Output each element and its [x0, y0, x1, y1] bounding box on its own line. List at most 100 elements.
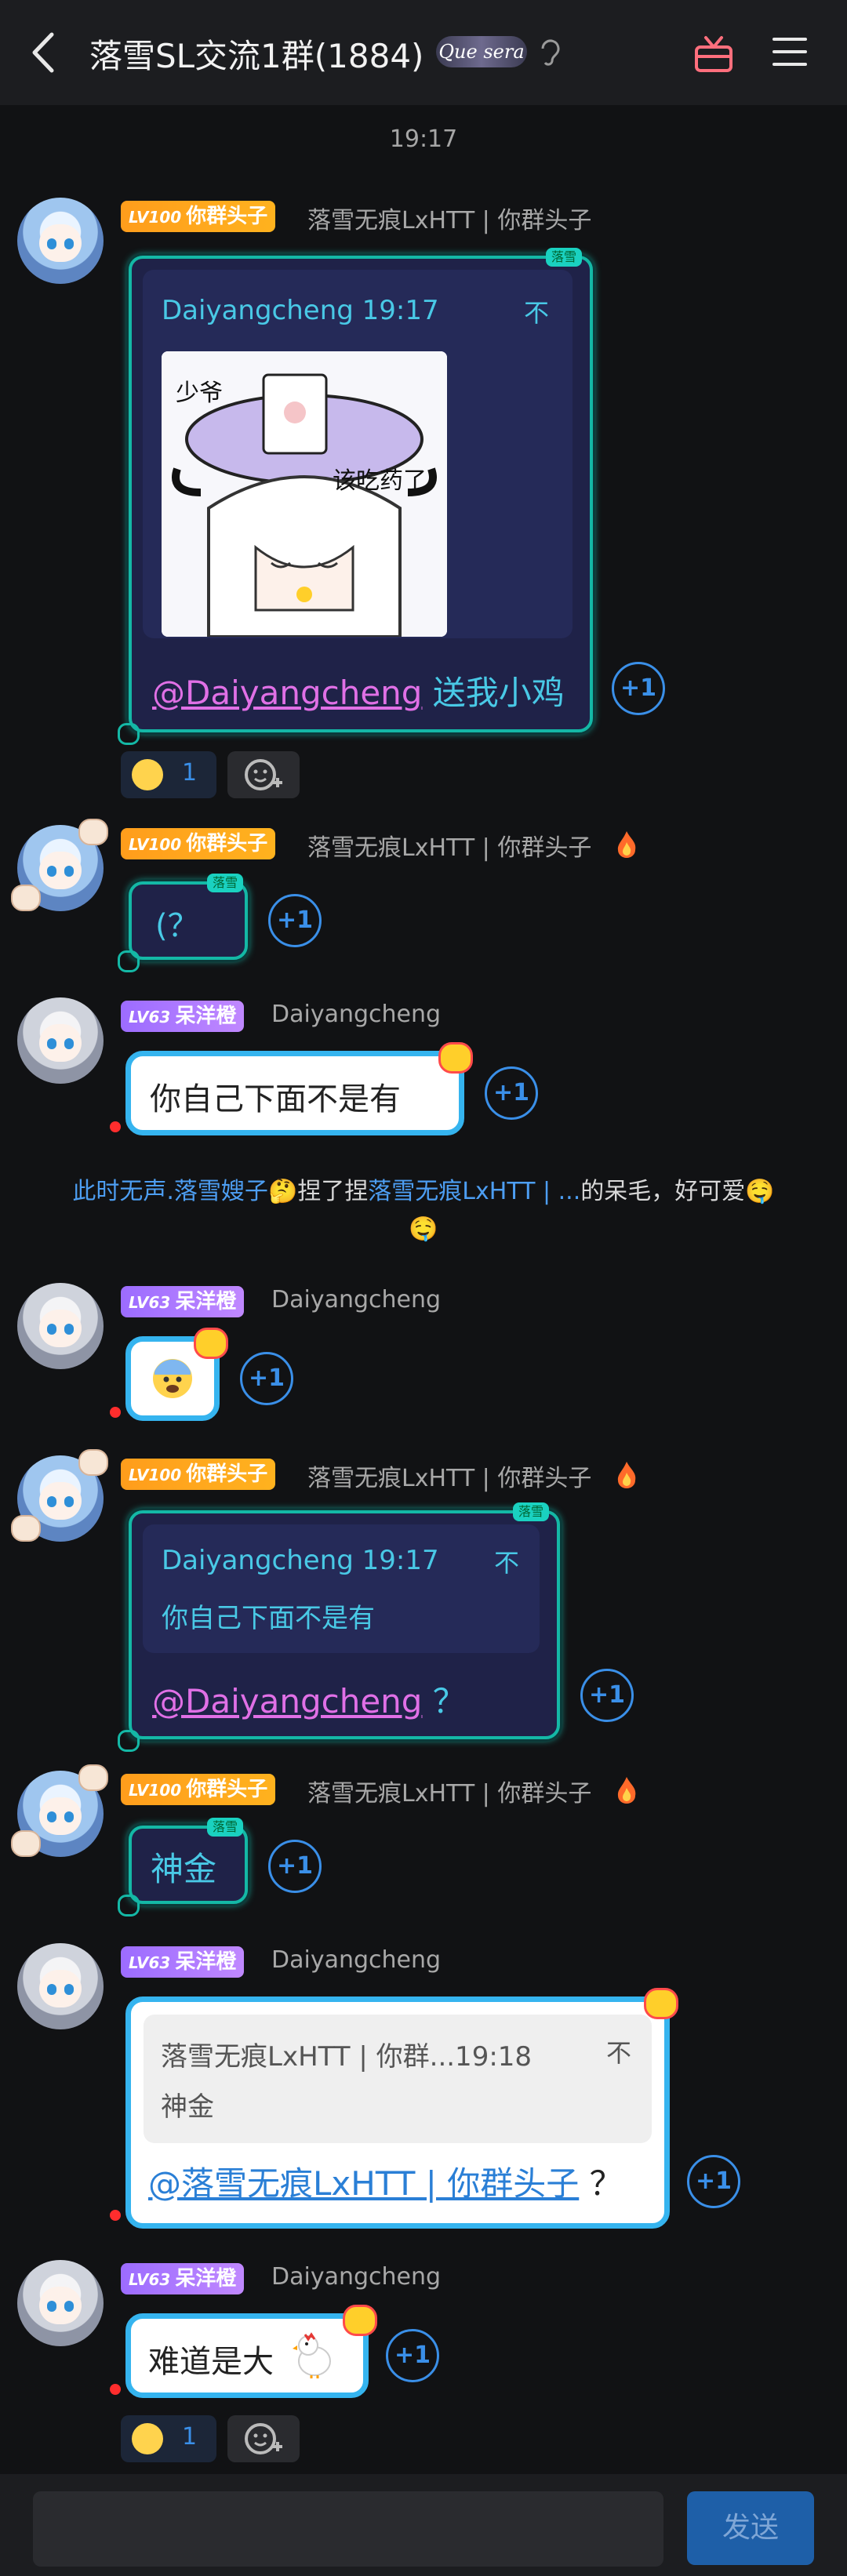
back-arrow-icon[interactable] [30, 31, 56, 74]
message-bubble[interactable]: 落雪无痕LxHTT | 你群...19:18 不 神金 @落雪无痕LxHTT |… [125, 1988, 678, 2229]
frame-corner-decoration [118, 1895, 140, 1917]
gift-icon[interactable] [692, 31, 736, 75]
frame-tag: 落雪 [207, 1818, 243, 1837]
drooling-face-icon: 🤤 [409, 1215, 438, 1243]
quoted-sender-time: Daiyangcheng 19:17 [162, 1545, 439, 1576]
message-text: (？ [155, 908, 199, 944]
quote-jump-icon[interactable]: 不 [606, 2033, 631, 2069]
message-text: @落雪无痕LxHTT | 你群头子 ？ [148, 2164, 623, 2203]
message-bubble[interactable]: 落雪 神金 [118, 1818, 248, 1917]
quoted-message[interactable]: 落雪无痕LxHTT | 你群...19:18 不 神金 [144, 2015, 652, 2143]
quoted-message[interactable]: Daiyangcheng 19:17 不 你自己下面不是有 [143, 1524, 540, 1653]
red-dot-decoration [110, 1121, 121, 1132]
add-reaction-button[interactable] [227, 751, 300, 798]
plus-one-button[interactable]: +1 [485, 1066, 538, 1120]
notice-user-link[interactable]: 落雪无痕LxHTT | ... [368, 1178, 580, 1205]
bell-decoration-icon [343, 2305, 377, 2336]
add-reaction-button[interactable] [227, 2415, 300, 2462]
sender-nickname[interactable]: 落雪无痕LxHTT | 你群头子 [307, 828, 591, 863]
level-badge: LV63 呆洋橙 [121, 1946, 245, 1978]
level-badge: LV63 呆洋橙 [121, 1001, 245, 1032]
drooling-face-icon: 🤤 [745, 1178, 775, 1205]
quoted-sticker-image[interactable]: 少爷 该吃药了 [162, 351, 447, 637]
message-bubble[interactable] [125, 1328, 228, 1421]
bell-decoration-icon [438, 1042, 473, 1074]
sticker-text-top: 少爷 [176, 380, 223, 407]
message-bubble[interactable]: 你自己下面不是有 [125, 1042, 473, 1135]
plus-one-button[interactable]: +1 [386, 2329, 439, 2382]
sender-nickname[interactable]: 落雪无痕LxHTT | 你群头子 [307, 1459, 591, 1493]
avatar[interactable] [17, 2260, 104, 2346]
sender-nickname[interactable]: 落雪无痕LxHTT | 你群头子 [307, 201, 591, 235]
avatar-decoration [78, 819, 108, 845]
sender-nickname[interactable]: Daiyangcheng [271, 1946, 441, 1974]
anxious-face-icon [132, 759, 163, 790]
avatar-decoration [78, 1764, 108, 1791]
quote-jump-icon[interactable]: 不 [494, 1543, 519, 1579]
reaction-chip[interactable]: 1 [121, 2415, 216, 2462]
plus-one-button[interactable]: +1 [268, 894, 322, 947]
group-title: 落雪SL交流1群(1884) [89, 37, 424, 75]
red-dot-decoration [110, 2384, 121, 2395]
message-bubble[interactable]: 落雪 Daiyangcheng 19:17 不 少爷 该吃药了 @Daiyang… [118, 248, 593, 745]
anxious-face-icon [132, 2423, 163, 2454]
reaction-count: 1 [182, 759, 198, 787]
avatar[interactable] [17, 198, 104, 284]
sticker-text-bottom: 该吃药了 [333, 467, 427, 495]
message-text: 你自己下面不是有 [150, 1081, 401, 1117]
plus-one-button[interactable]: +1 [612, 662, 665, 715]
reaction-count: 1 [182, 2423, 198, 2451]
group-title-decoration: Que sera [436, 36, 527, 67]
ear-icon [541, 39, 560, 66]
chat-timestamp: 19:17 [389, 125, 458, 153]
message-text: 难道是大 [148, 2344, 274, 2380]
message-bubble[interactable]: 落雪 (？ [118, 874, 248, 972]
quoted-message[interactable]: Daiyangcheng 19:17 不 少爷 该吃药了 [143, 270, 573, 638]
frame-corner-decoration [118, 1730, 140, 1752]
frame-tag: 落雪 [513, 1502, 549, 1521]
plus-one-button[interactable]: +1 [268, 1840, 322, 1893]
level-badge: LV63 呆洋橙 [121, 2263, 245, 2294]
bell-decoration-icon [644, 1988, 678, 2019]
quote-jump-icon[interactable]: 不 [524, 293, 549, 329]
avatar[interactable] [17, 1943, 104, 2029]
anxious-face-emoji-icon [153, 1359, 192, 1398]
message-bubble[interactable]: 难道是大 [125, 2305, 377, 2398]
mention-link[interactable]: @Daiyangcheng [152, 1682, 422, 1720]
message-text: @Daiyangcheng 送我小鸡 [152, 674, 565, 712]
red-dot-decoration [110, 2210, 121, 2221]
level-badge: LV100 你群头子 [121, 1459, 276, 1490]
quoted-text: 你自己下面不是有 [162, 1603, 375, 1634]
mention-link[interactable]: @落雪无痕LxHTT | 你群头子 [148, 2164, 579, 2203]
notice-user-link[interactable]: 此时无声.落雪嫂子 [72, 1178, 268, 1205]
mention-link[interactable]: @Daiyangcheng [152, 674, 422, 712]
send-button[interactable]: 发送 [687, 2491, 814, 2565]
message-bubble[interactable]: 落雪 Daiyangcheng 19:17 不 你自己下面不是有 @Daiyan… [118, 1502, 560, 1752]
sender-nickname[interactable]: Daiyangcheng [271, 2263, 441, 2291]
sender-nickname[interactable]: Daiyangcheng [271, 1001, 441, 1028]
sender-nickname[interactable]: 落雪无痕LxHTT | 你群头子 [307, 1774, 591, 1808]
frame-corner-decoration [118, 723, 140, 745]
frame-tag: 落雪 [546, 248, 582, 267]
menu-icon[interactable] [772, 35, 808, 69]
avatar[interactable] [17, 997, 104, 1084]
plus-one-button[interactable]: +1 [240, 1352, 293, 1405]
reaction-chip[interactable]: 1 [121, 751, 216, 798]
level-badge: LV100 你群头子 [121, 1774, 276, 1805]
sender-nickname[interactable]: Daiyangcheng [271, 1286, 441, 1313]
red-dot-decoration [110, 1407, 121, 1418]
fire-icon [617, 831, 636, 858]
avatar-decoration [11, 885, 41, 911]
message-input[interactable] [33, 2491, 663, 2567]
avatar-decoration [11, 1830, 41, 1857]
plus-one-button[interactable]: +1 [580, 1669, 634, 1722]
avatar-decoration [78, 1449, 108, 1476]
plus-one-button[interactable]: +1 [687, 2155, 740, 2208]
chicken-emoji-icon [293, 2332, 331, 2378]
add-emoji-icon [245, 2423, 282, 2454]
level-badge: LV100 你群头子 [121, 201, 276, 232]
frame-tag: 落雪 [207, 874, 243, 892]
frame-corner-decoration [118, 950, 140, 972]
avatar[interactable] [17, 1283, 104, 1369]
quoted-sender-time: 落雪无痕LxHTT | 你群...19:18 [161, 2041, 533, 2073]
